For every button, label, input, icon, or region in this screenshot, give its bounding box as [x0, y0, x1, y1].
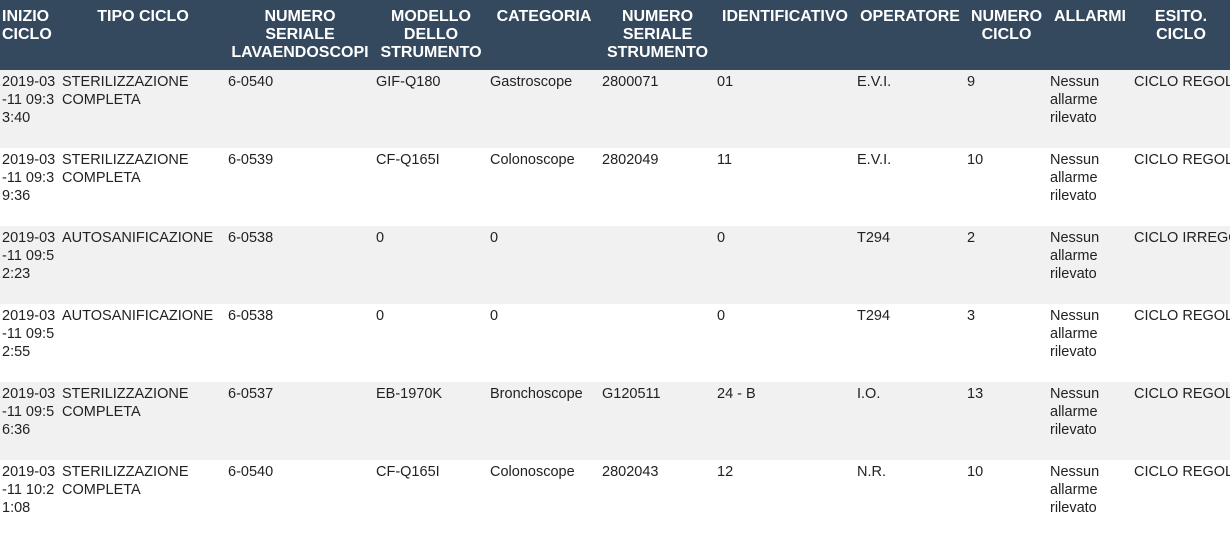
cell-inizio-ciclo: 2019-03-11 10:21:08 — [0, 460, 60, 538]
cell-seriale-lav: 6-0538 — [226, 226, 374, 304]
cell-inizio-ciclo: 2019-03-11 09:56:36 — [0, 382, 60, 460]
cell-tipo-ciclo: STERILIZZAZIONE COMPLETA — [60, 148, 226, 226]
cell-allarmi: Nessun allarme rilevato — [1048, 304, 1132, 382]
table-row[interactable]: 2019-03-11 10:21:08 STERILIZZAZIONE COMP… — [0, 460, 1230, 538]
cell-identificativo: 24 - B — [715, 382, 855, 460]
cell-seriale-lav: 6-0540 — [226, 70, 374, 148]
cell-seriale-str: 2802049 — [600, 148, 715, 226]
cell-seriale-str: 2802043 — [600, 460, 715, 538]
cell-numero-ciclo: 9 — [965, 70, 1048, 148]
cell-modello: EB-1970K — [374, 382, 488, 460]
cell-allarmi: Nessun allarme rilevato — [1048, 460, 1132, 538]
cell-tipo-ciclo: AUTOSANIFICAZIONE — [60, 226, 226, 304]
col-inizio-ciclo[interactable]: INIZIO CICLO — [0, 0, 60, 70]
col-tipo-ciclo[interactable]: TIPO CICLO — [60, 0, 226, 70]
cell-inizio-ciclo: 2019-03-11 09:33:40 — [0, 70, 60, 148]
table-row[interactable]: 2019-03-11 09:52:23 AUTOSANIFICAZIONE 6-… — [0, 226, 1230, 304]
cell-numero-ciclo: 10 — [965, 148, 1048, 226]
cell-seriale-lav: 6-0538 — [226, 304, 374, 382]
table-row[interactable]: 2019-03-11 09:33:40 STERILIZZAZIONE COMP… — [0, 70, 1230, 148]
col-numero-seriale-strumento[interactable]: NUMERO SERIALE STRUMENTO — [600, 0, 715, 70]
cell-allarmi: Nessun allarme rilevato — [1048, 382, 1132, 460]
col-allarmi[interactable]: ALLARMI — [1048, 0, 1132, 70]
cell-categoria: 0 — [488, 226, 600, 304]
cell-numero-ciclo: 2 — [965, 226, 1048, 304]
cell-esito: CICLO REGOLARE — [1132, 70, 1230, 148]
cell-inizio-ciclo: 2019-03-11 09:52:23 — [0, 226, 60, 304]
cell-seriale-str — [600, 304, 715, 382]
cell-numero-ciclo: 10 — [965, 460, 1048, 538]
cell-esito: CICLO REGOLARE — [1132, 148, 1230, 226]
cell-esito: CICLO REGOLARE — [1132, 460, 1230, 538]
cell-identificativo: 0 — [715, 226, 855, 304]
cell-inizio-ciclo: 2019-03-11 09:39:36 — [0, 148, 60, 226]
cell-seriale-lav: 6-0537 — [226, 382, 374, 460]
cell-esito: CICLO IRREGOLARE — [1132, 226, 1230, 304]
cell-inizio-ciclo: 2019-03-11 09:52:55 — [0, 304, 60, 382]
cell-seriale-lav: 6-0539 — [226, 148, 374, 226]
cell-numero-ciclo: 13 — [965, 382, 1048, 460]
cell-tipo-ciclo: AUTOSANIFICAZIONE — [60, 304, 226, 382]
cell-categoria: Colonoscope — [488, 148, 600, 226]
col-operatore[interactable]: OPERATORE — [855, 0, 965, 70]
col-numero-seriale-lavaendoscopi[interactable]: NUMERO SERIALE LAVAENDOSCOPI — [226, 0, 374, 70]
cell-operatore: N.R. — [855, 460, 965, 538]
cell-tipo-ciclo: STERILIZZAZIONE COMPLETA — [60, 70, 226, 148]
col-modello-strumento[interactable]: MODELLO DELLO STRUMENTO — [374, 0, 488, 70]
cell-esito: CICLO REGOLARE — [1132, 382, 1230, 460]
cell-seriale-str — [600, 226, 715, 304]
header-row: INIZIO CICLO TIPO CICLO NUMERO SERIALE L… — [0, 0, 1230, 70]
cell-categoria: Bronchoscope — [488, 382, 600, 460]
cell-categoria: Colonoscope — [488, 460, 600, 538]
cell-operatore: I.O. — [855, 382, 965, 460]
col-numero-ciclo[interactable]: NUMERO CICLO — [965, 0, 1048, 70]
cell-identificativo: 12 — [715, 460, 855, 538]
cell-modello: CF-Q165I — [374, 460, 488, 538]
cell-identificativo: 0 — [715, 304, 855, 382]
cell-operatore: E.V.I. — [855, 148, 965, 226]
cell-identificativo: 01 — [715, 70, 855, 148]
table-row[interactable]: 2019-03-11 09:56:36 STERILIZZAZIONE COMP… — [0, 382, 1230, 460]
cell-modello: 0 — [374, 304, 488, 382]
cell-tipo-ciclo: STERILIZZAZIONE COMPLETA — [60, 460, 226, 538]
cell-allarmi: Nessun allarme rilevato — [1048, 70, 1132, 148]
cycle-table: INIZIO CICLO TIPO CICLO NUMERO SERIALE L… — [0, 0, 1230, 538]
col-esito-ciclo[interactable]: ESITO. CICLO — [1132, 0, 1230, 70]
cell-esito: CICLO REGOLARE — [1132, 304, 1230, 382]
cell-modello: 0 — [374, 226, 488, 304]
col-identificativo[interactable]: IDENTIFICATIVO — [715, 0, 855, 70]
cell-modello: GIF-Q180 — [374, 70, 488, 148]
cell-allarmi: Nessun allarme rilevato — [1048, 226, 1132, 304]
cell-modello: CF-Q165I — [374, 148, 488, 226]
cell-operatore: T294 — [855, 304, 965, 382]
cell-seriale-lav: 6-0540 — [226, 460, 374, 538]
cell-tipo-ciclo: STERILIZZAZIONE COMPLETA — [60, 382, 226, 460]
cell-identificativo: 11 — [715, 148, 855, 226]
cell-seriale-str: 2800071 — [600, 70, 715, 148]
cell-seriale-str: G120511 — [600, 382, 715, 460]
cell-operatore: E.V.I. — [855, 70, 965, 148]
cell-numero-ciclo: 3 — [965, 304, 1048, 382]
col-categoria[interactable]: CATEGORIA — [488, 0, 600, 70]
cell-operatore: T294 — [855, 226, 965, 304]
cell-categoria: 0 — [488, 304, 600, 382]
table-row[interactable]: 2019-03-11 09:52:55 AUTOSANIFICAZIONE 6-… — [0, 304, 1230, 382]
table-row[interactable]: 2019-03-11 09:39:36 STERILIZZAZIONE COMP… — [0, 148, 1230, 226]
cell-categoria: Gastroscope — [488, 70, 600, 148]
cell-allarmi: Nessun allarme rilevato — [1048, 148, 1132, 226]
